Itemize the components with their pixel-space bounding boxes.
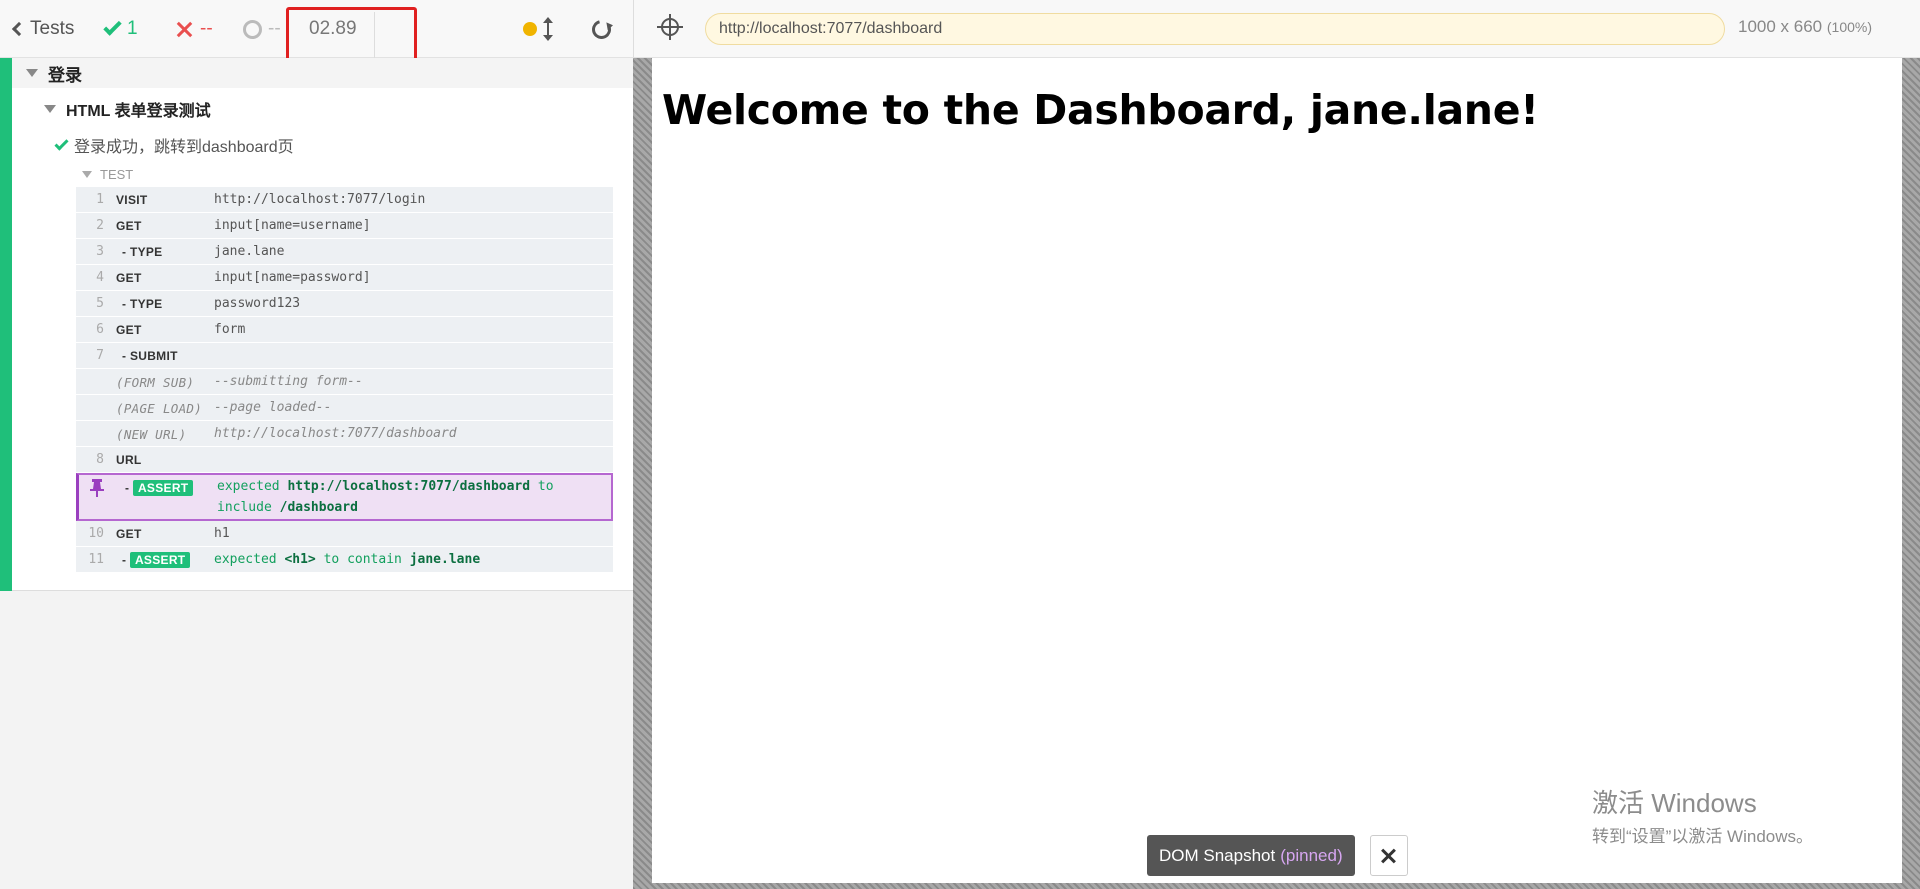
crosshair-icon[interactable] <box>657 14 683 40</box>
command-row[interactable]: (NEW URL) http://localhost:7077/dashboar… <box>76 421 613 447</box>
test-section-header[interactable]: TEST <box>82 163 133 185</box>
activation-subtitle: 转到“设置”以激活 Windows。 <box>1592 827 1814 846</box>
describe-title[interactable]: HTML 表单登录测试 <box>44 96 211 122</box>
viewport-size[interactable]: 1000 x 660 (100%) <box>1738 17 1872 37</box>
test-title[interactable]: 登录成功，跳转到dashboard页 <box>54 132 294 158</box>
collapse-triangle-icon <box>44 105 56 113</box>
dashboard-heading: Welcome to the Dashboard, jane.lane! <box>662 86 1539 134</box>
pin-icon <box>90 479 104 497</box>
command-row[interactable]: 6 GET form <box>76 317 613 343</box>
command-row[interactable]: 3 TYPE jane.lane <box>76 239 613 265</box>
command-row[interactable]: 4 GET input[name=password] <box>76 265 613 291</box>
command-row[interactable]: (FORM SUB) --submitting form-- <box>76 369 613 395</box>
status-dot-icon <box>523 22 537 36</box>
pending-number: -- <box>268 18 281 39</box>
url-bar[interactable]: http://localhost:7077/dashboard <box>705 13 1725 45</box>
assert-message: expected http://localhost:7077/dashboard… <box>217 479 554 515</box>
back-to-tests-button[interactable]: Tests <box>11 0 75 58</box>
describe-label: HTML 表单登录测试 <box>66 103 211 120</box>
auto-scroll-toggle[interactable] <box>523 0 553 58</box>
activation-title: 激活 Windows <box>1592 788 1757 818</box>
url-text: http://localhost:7077/dashboard <box>719 20 943 37</box>
viewport-dimensions: 1000 x 660 <box>1738 17 1823 36</box>
windows-activation-watermark: 激活 Windows 转到“设置”以激活 Windows。 <box>1592 783 1813 847</box>
viewport-scale: (100%) <box>1826 19 1873 35</box>
command-row[interactable]: 2 GET input[name=username] <box>76 213 613 239</box>
x-icon <box>176 21 192 37</box>
failed-number: -- <box>200 18 213 39</box>
assert-badge: ASSERT <box>132 480 194 496</box>
command-row[interactable]: 10 GET h1 <box>76 521 613 547</box>
command-row[interactable]: 7 SUBMIT <box>76 343 613 369</box>
reporter-panel: Tests 1 -- -- 02.89 登录 HTML 表单登录测试 登录成功，… <box>0 0 633 889</box>
command-log: 1 VISIT http://localhost:7077/login 2 GE… <box>76 187 613 573</box>
snapshot-state: (pinned) <box>1280 845 1343 865</box>
command-row-pinned[interactable]: ASSERT expected http://localhost:7077/da… <box>76 473 613 521</box>
command-row[interactable]: 5 TYPE password123 <box>76 291 613 317</box>
collapse-triangle-icon <box>26 69 38 77</box>
assert-badge: ASSERT <box>129 552 191 568</box>
check-icon <box>103 17 122 36</box>
spinner-icon <box>243 19 262 39</box>
close-icon <box>1382 849 1396 863</box>
command-row[interactable]: (PAGE LOAD) --page loaded-- <box>76 395 613 421</box>
passed-number: 1 <box>127 18 138 39</box>
test-label: 登录成功，跳转到dashboard页 <box>74 139 294 156</box>
aut-iframe <box>652 58 1902 883</box>
chevron-left-icon <box>11 21 27 37</box>
dom-snapshot-indicator: DOM Snapshot (pinned) <box>1147 835 1355 876</box>
command-row[interactable]: 11 ASSERT expected <h1> to contain jane.… <box>76 547 613 573</box>
passed-count[interactable]: 1 <box>103 0 138 58</box>
command-row[interactable]: 8 URL <box>76 447 613 473</box>
assert-message: expected <h1> to contain jane.lane <box>214 552 481 567</box>
reload-icon <box>588 16 615 42</box>
collapse-triangle-icon <box>82 170 92 178</box>
rerun-button[interactable] <box>588 0 615 58</box>
failed-count[interactable]: -- <box>176 0 213 58</box>
suite-title[interactable]: 登录 <box>12 58 633 88</box>
command-row[interactable]: 1 VISIT http://localhost:7077/login <box>76 187 613 213</box>
snapshot-label: DOM Snapshot <box>1159 845 1276 865</box>
pass-state-bar <box>0 58 12 591</box>
unpin-snapshot-button[interactable] <box>1370 835 1408 876</box>
section-label: TEST <box>100 166 134 182</box>
suite-label: 登录 <box>48 65 82 85</box>
back-label: Tests <box>30 18 75 39</box>
scroll-updown-icon <box>543 17 553 41</box>
pending-count[interactable]: -- <box>243 0 281 58</box>
